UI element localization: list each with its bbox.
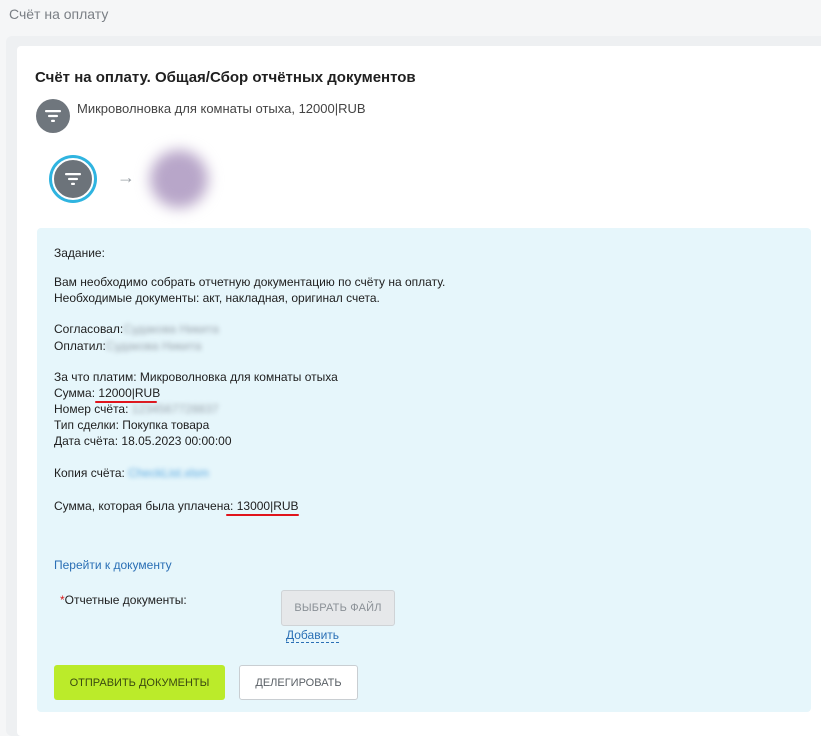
approved-value: Судакова Никита bbox=[123, 322, 219, 336]
approved-label: Согласовал: bbox=[54, 322, 124, 336]
task-line-1: Вам необходимо собрать отчетную документ… bbox=[54, 275, 446, 289]
paid-amount-value: 13000|RUB bbox=[236, 499, 299, 513]
process-description: Микроволновка для комнаты отыха, 12000|R… bbox=[77, 101, 366, 116]
purpose-value: Микроволновка для комнаты отыха bbox=[139, 370, 338, 384]
reports-label: Отчетные документы: bbox=[64, 593, 187, 607]
delegate-button[interactable]: ДЕЛЕГИРОВАТЬ bbox=[239, 665, 358, 700]
date-row: Дата счёта: 18.05.2023 00:00:00 bbox=[54, 434, 232, 448]
approved-row: Согласовал:Судакова Никита bbox=[54, 322, 219, 336]
date-value: 18.05.2023 00:00:00 bbox=[121, 434, 232, 448]
avatar[interactable] bbox=[150, 150, 208, 208]
choose-file-button[interactable]: ВЫБРАТЬ ФАЙЛ bbox=[281, 590, 395, 626]
deal-row: Тип сделки: Покупка товара bbox=[54, 418, 209, 432]
number-row: Номер счёта: 1234567728837 bbox=[54, 402, 219, 416]
amount-label: Сумма: bbox=[54, 386, 96, 400]
date-label: Дата счёта: bbox=[54, 434, 119, 448]
amount-value: 12000|RUB bbox=[98, 386, 161, 400]
paid-amount-row: Сумма, которая была уплачена: 13000|RUB bbox=[54, 499, 299, 513]
filter-icon bbox=[52, 158, 94, 200]
page-title: Счёт на оплату bbox=[9, 6, 109, 22]
purpose-row: За что платим: Микроволновка для комнаты… bbox=[54, 370, 338, 384]
paid-label: Оплатил: bbox=[54, 339, 106, 353]
task-heading: Задание: bbox=[54, 246, 105, 260]
add-file-link[interactable]: Добавить bbox=[286, 628, 340, 643]
number-value: 1234567728837 bbox=[131, 402, 219, 416]
deal-label: Тип сделки: bbox=[54, 418, 119, 432]
step-current[interactable] bbox=[49, 155, 97, 203]
copy-link[interactable]: CheckList.xlsm bbox=[128, 466, 209, 480]
copy-row: Копия счёта: CheckList.xlsm bbox=[54, 466, 209, 480]
paid-amount-underline bbox=[226, 514, 299, 516]
go-to-document-link[interactable]: Перейти к документу bbox=[54, 558, 172, 572]
number-label: Номер счёта: bbox=[54, 402, 129, 416]
reports-field-label: *Отчетные документы: bbox=[60, 593, 187, 607]
amount-row: Сумма: 12000|RUB bbox=[54, 386, 160, 400]
arrow-right-icon: → bbox=[117, 167, 135, 187]
copy-label: Копия счёта: bbox=[54, 466, 125, 480]
deal-value: Покупка товара bbox=[122, 418, 210, 432]
paid-amount-label: Сумма, которая была уплачена: bbox=[54, 499, 234, 513]
filter-icon bbox=[36, 99, 70, 133]
card-title: Счёт на оплату. Общая/Сбор отчётных доку… bbox=[35, 69, 416, 86]
task-line-2: Необходимые документы: акт, накладная, о… bbox=[54, 291, 380, 305]
paid-value: Судакова Никита bbox=[105, 339, 202, 353]
send-documents-button[interactable]: ОТПРАВИТЬ ДОКУМЕНТЫ bbox=[54, 665, 225, 700]
paid-row: Оплатил:Судакова Никита bbox=[54, 339, 201, 353]
purpose-label: За что платим: bbox=[54, 370, 137, 384]
